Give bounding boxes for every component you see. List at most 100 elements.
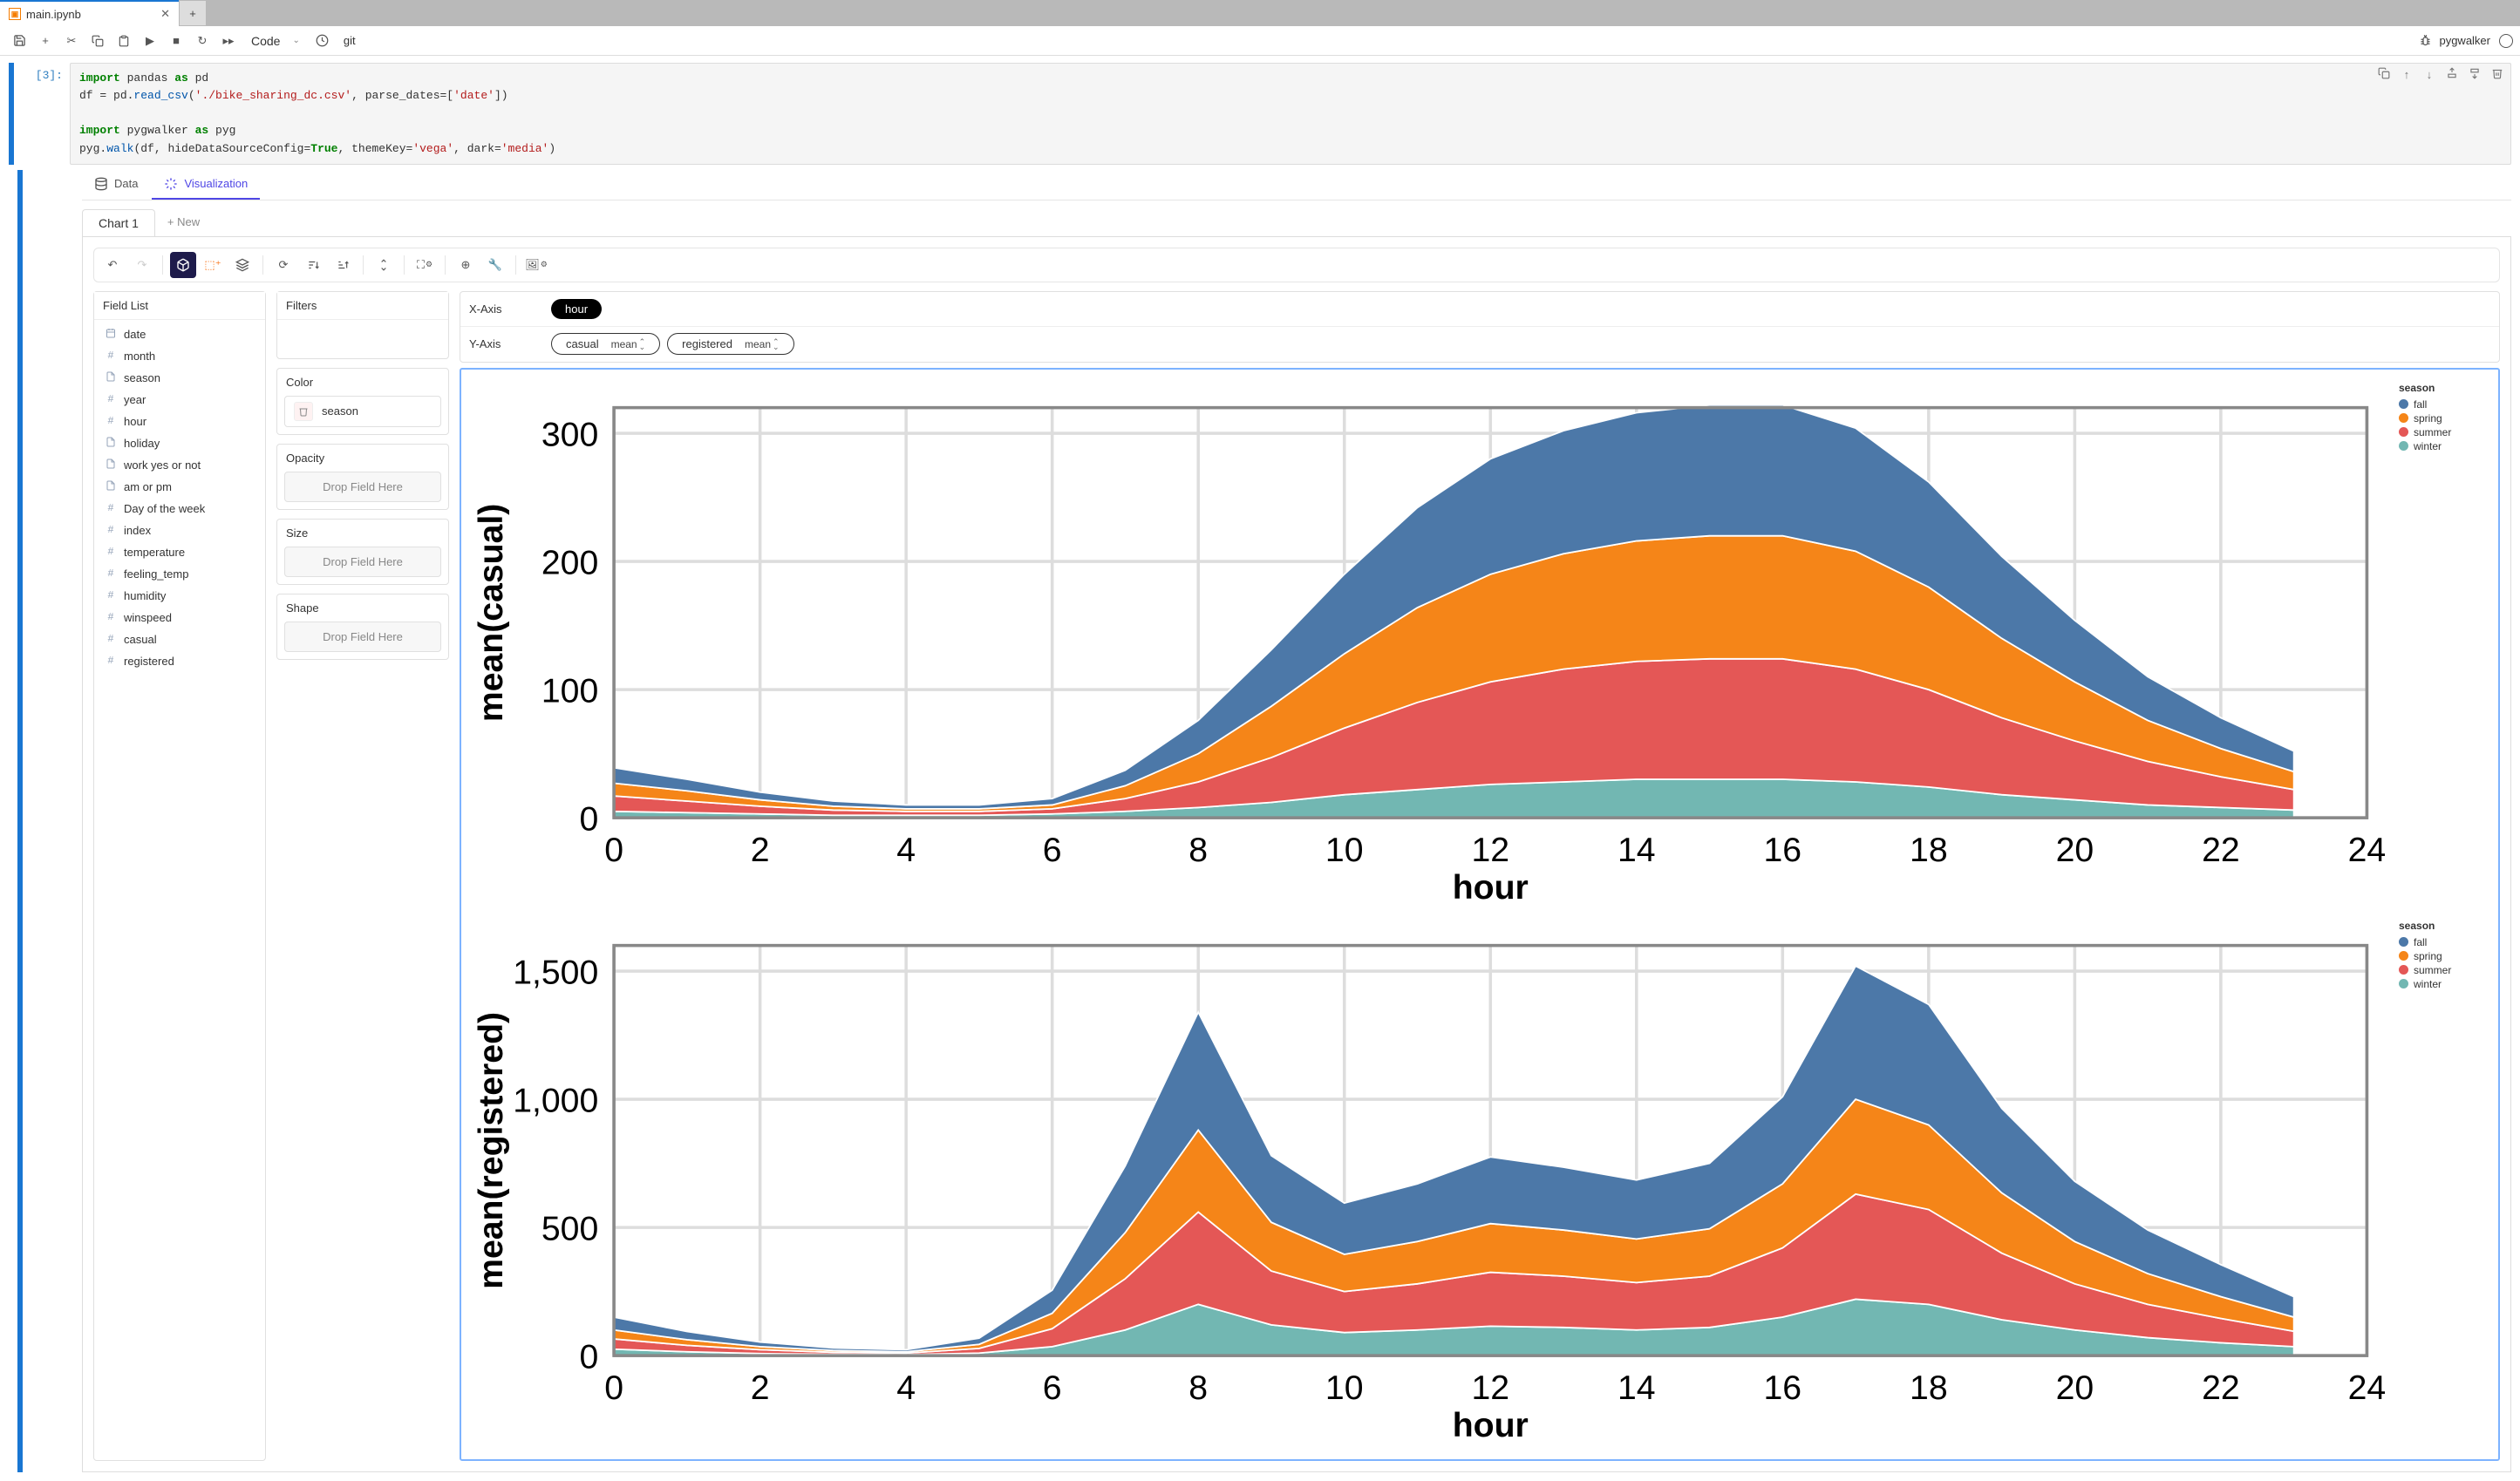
field-item[interactable]: #temperature (94, 541, 265, 563)
tab-data[interactable]: Data (82, 170, 150, 200)
code-cell[interactable]: [3]: ↑ ↓ import pandas as pddf = pd.read… (9, 63, 2511, 165)
x-axis-shelf[interactable]: X-Axis hour (460, 292, 2499, 327)
cube-icon[interactable] (170, 252, 196, 278)
restart-icon[interactable]: ↻ (190, 29, 215, 53)
legend-item[interactable]: winter (2399, 978, 2495, 990)
expand-y-icon[interactable] (371, 252, 397, 278)
history-icon[interactable] (310, 29, 335, 53)
field-item[interactable]: season (94, 367, 265, 389)
save-icon[interactable] (7, 29, 31, 53)
kernel-status-icon[interactable] (2499, 34, 2513, 48)
svg-text:16: 16 (1764, 1369, 1802, 1407)
paste-icon[interactable] (112, 29, 136, 53)
duplicate-cell-icon[interactable] (2376, 67, 2392, 85)
legend-item[interactable]: summer (2399, 964, 2495, 976)
svg-text:24: 24 (2348, 832, 2387, 869)
field-name: temperature (124, 546, 185, 559)
insert-below-icon[interactable] (2467, 67, 2483, 85)
image-icon[interactable]: 🖼⚙ (523, 252, 549, 278)
field-item[interactable]: am or pm (94, 476, 265, 498)
field-name: date (124, 328, 146, 341)
legend-item[interactable]: fall (2399, 936, 2495, 948)
legend-item[interactable]: winter (2399, 440, 2495, 452)
cell-type-select[interactable]: Code⌄ (248, 32, 303, 50)
add-cell-icon[interactable]: + (33, 29, 58, 53)
chart-canvas[interactable]: 0100200300024681012141618202224mean(casu… (460, 368, 2500, 1461)
field-name: Day of the week (124, 502, 205, 515)
new-chart-button[interactable]: + New (155, 209, 212, 236)
chart-tab-1[interactable]: Chart 1 (82, 209, 155, 236)
git-button[interactable]: git (344, 34, 356, 47)
close-icon[interactable]: ✕ (160, 7, 170, 21)
axis-shelves: X-Axis hour Y-Axis casualmean ⌃⌄register… (460, 291, 2500, 363)
refresh-icon[interactable]: ⟳ (270, 252, 296, 278)
shape-panel[interactable]: Shape Drop Field Here (276, 594, 449, 660)
field-item[interactable]: #index (94, 520, 265, 541)
copy-icon[interactable] (85, 29, 110, 53)
legend-item[interactable]: spring (2399, 950, 2495, 962)
bug-icon[interactable] (2413, 29, 2437, 53)
file-tabbar: ▣ main.ipynb ✕ + (0, 0, 2520, 26)
field-item[interactable]: #year (94, 389, 265, 411)
field-item[interactable]: #registered (94, 650, 265, 672)
field-item[interactable]: work yes or not (94, 454, 265, 476)
stop-icon[interactable]: ■ (164, 29, 188, 53)
field-item[interactable]: #feeling_temp (94, 563, 265, 585)
field-item[interactable]: #month (94, 345, 265, 367)
move-down-icon[interactable]: ↓ (2421, 67, 2437, 85)
field-item[interactable]: #hour (94, 411, 265, 432)
tab-visualization[interactable]: Visualization (152, 170, 260, 200)
sort-asc-icon[interactable] (330, 252, 356, 278)
field-item[interactable]: #Day of the week (94, 498, 265, 520)
move-up-icon[interactable]: ↑ (2399, 67, 2414, 85)
field-item[interactable]: date (94, 323, 265, 345)
kernel-name[interactable]: pygwalker (2439, 34, 2490, 47)
svg-text:2: 2 (751, 832, 770, 869)
shape-drop[interactable]: Drop Field Here (284, 622, 441, 652)
field-item[interactable]: #humidity (94, 585, 265, 607)
color-header: Color (277, 369, 448, 391)
color-panel[interactable]: Color season (276, 368, 449, 435)
cut-icon[interactable]: ✂ (59, 29, 84, 53)
run-all-icon[interactable]: ▸▸ (216, 29, 241, 53)
sort-desc-icon[interactable] (300, 252, 326, 278)
hash-icon: # (105, 415, 117, 427)
x-field-pill[interactable]: hour (551, 299, 602, 319)
opacity-panel[interactable]: Opacity Drop Field Here (276, 444, 449, 510)
field-name: season (124, 371, 160, 384)
delete-cell-icon[interactable] (2489, 67, 2505, 85)
spark-icon (164, 177, 178, 191)
fullscreen-icon[interactable]: ⛶⚙ (412, 252, 438, 278)
size-drop[interactable]: Drop Field Here (284, 547, 441, 577)
magnify-icon[interactable]: ⬚⁺ (200, 252, 226, 278)
layers-icon[interactable] (229, 252, 255, 278)
filters-panel[interactable]: Filters (276, 291, 449, 359)
trash-icon[interactable] (294, 402, 313, 421)
field-item[interactable]: holiday (94, 432, 265, 454)
opacity-drop[interactable]: Drop Field Here (284, 472, 441, 502)
target-icon[interactable]: ⊕ (453, 252, 479, 278)
undo-icon[interactable]: ↶ (99, 252, 126, 278)
legend-item[interactable]: summer (2399, 426, 2495, 438)
code-editor[interactable]: ↑ ↓ import pandas as pddf = pd.read_csv(… (70, 63, 2511, 165)
wrench-icon[interactable]: 🔧 (482, 252, 508, 278)
new-tab-button[interactable]: + (180, 1, 206, 25)
y-axis-shelf[interactable]: Y-Axis casualmean ⌃⌄registeredmean ⌃⌄ (460, 327, 2499, 362)
run-icon[interactable]: ▶ (138, 29, 162, 53)
file-tab-main[interactable]: ▣ main.ipynb ✕ (0, 0, 179, 26)
legend-item[interactable]: spring (2399, 412, 2495, 425)
field-item[interactable]: #winspeed (94, 607, 265, 628)
y-field-pill[interactable]: casualmean ⌃⌄ (551, 333, 660, 355)
size-panel[interactable]: Size Drop Field Here (276, 519, 449, 585)
legend-item[interactable]: fall (2399, 398, 2495, 411)
insert-above-icon[interactable] (2444, 67, 2460, 85)
notebook-toolbar: + ✂ ▶ ■ ↻ ▸▸ Code⌄ git pygwalker (0, 26, 2520, 56)
hash-icon: # (105, 567, 117, 580)
svg-text:hour: hour (1453, 869, 1529, 905)
redo-icon[interactable]: ↷ (129, 252, 155, 278)
field-name: registered (124, 655, 174, 668)
color-field-pill[interactable]: season (284, 396, 441, 427)
field-list-panel: Field List date#monthseason#year#hourhol… (93, 291, 266, 1461)
y-field-pill[interactable]: registeredmean ⌃⌄ (667, 333, 793, 355)
field-item[interactable]: #casual (94, 628, 265, 650)
